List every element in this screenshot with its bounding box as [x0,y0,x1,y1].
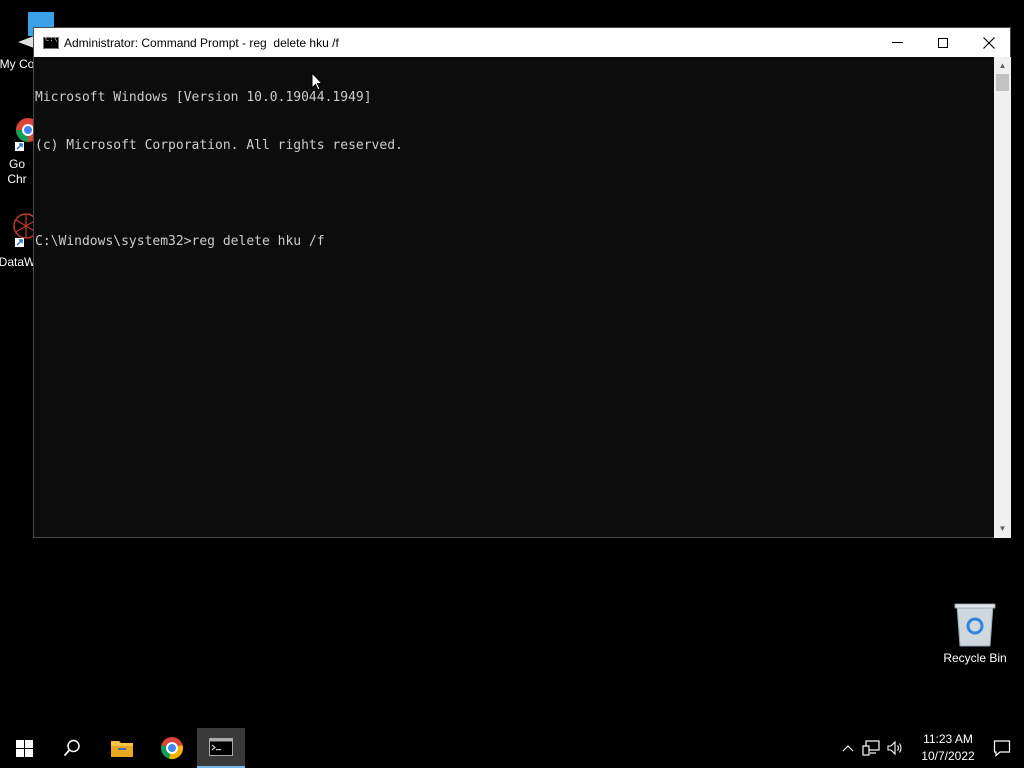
start-button[interactable] [0,728,48,768]
clock[interactable]: 11:23 AM 10/7/2022 [910,728,986,768]
clock-time: 11:23 AM [923,732,973,746]
desktop-icon-recycle-bin[interactable]: Recycle Bin [938,602,1012,666]
command-prompt-window[interactable]: Administrator: Command Prompt - reg dele… [33,27,1011,538]
taskbar-command-prompt[interactable] [197,728,245,768]
scroll-up-arrow-icon[interactable]: ▲ [994,59,1011,73]
title-bar[interactable]: Administrator: Command Prompt - reg dele… [34,28,1010,57]
action-center-button[interactable] [980,728,1024,768]
console-line: C:\Windows\system32>reg delete hku /f [35,234,325,249]
recycle-bin-icon [954,603,996,647]
window-title: Administrator: Command Prompt - reg dele… [64,35,339,50]
taskbar-file-explorer[interactable] [98,728,146,768]
windows-logo-icon [15,739,33,757]
console-line: (c) Microsoft Corporation. All rights re… [35,138,403,153]
search-icon [63,739,80,757]
close-button[interactable] [966,28,1012,57]
folder-icon [111,741,133,757]
show-hidden-icons-chevron-icon[interactable] [838,728,858,768]
maximize-icon [938,37,948,48]
chrome-icon [161,737,183,759]
cmd-icon [209,738,233,756]
scroll-down-arrow-icon[interactable]: ▼ [994,522,1011,536]
desktop-icon-label: Recycle Bin [943,651,1007,665]
vertical-scrollbar[interactable]: ▲ ▼ [994,57,1011,538]
volume-icon[interactable] [884,728,906,768]
close-icon [983,36,995,49]
minimize-icon [891,42,903,43]
minimize-button[interactable] [874,28,920,57]
search-button[interactable] [48,728,96,768]
taskbar: 11:23 AM 10/7/2022 [0,728,1024,768]
console-line: Microsoft Windows [Version 10.0.19044.19… [35,90,372,105]
notification-icon [993,740,1011,757]
console-output[interactable]: Microsoft Windows [Version 10.0.19044.19… [34,57,994,537]
maximize-button[interactable] [920,28,966,57]
network-icon[interactable] [860,728,882,768]
cmd-icon [43,35,59,49]
clock-date: 10/7/2022 [921,749,975,763]
taskbar-chrome[interactable] [148,728,196,768]
mouse-cursor-icon [311,72,324,91]
scroll-thumb[interactable] [996,74,1009,91]
